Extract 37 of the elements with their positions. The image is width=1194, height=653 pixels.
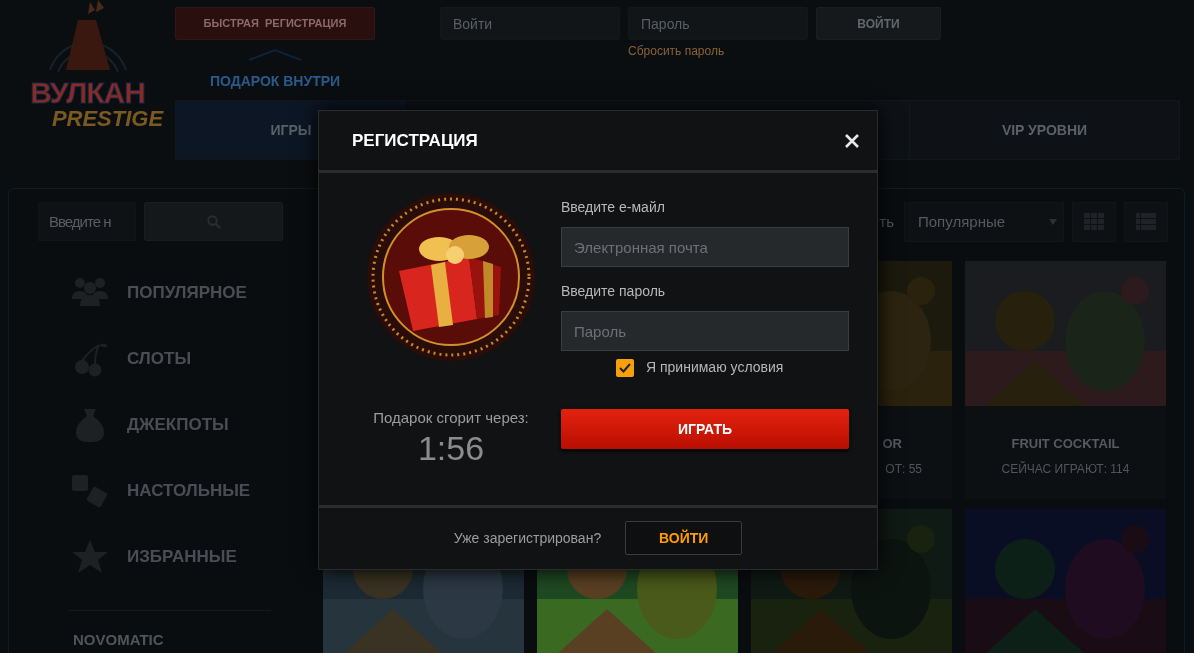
game-title: OR [881,435,903,453]
login-prompt: Уже зарегистрирован? [453,528,602,548]
sidebar-item[interactable]: ПОПУЛЯРНОЕ [38,260,311,326]
login-button[interactable]: ВОЙТИ [816,7,941,40]
logo-subtitle: PRESTIGE [51,108,164,130]
gift-timer-label: Подарок сгорит через: [373,408,529,428]
countdown-timer: 1:56 [417,429,485,467]
register-button[interactable]: БЫСТРАЯ РЕГИСТРАЦИЯ [175,7,375,40]
login-field[interactable]: Войти [440,7,620,40]
field-label: Введите пароль [561,282,667,301]
close-icon [845,134,859,149]
players-count: СЕЙЧАС ИГРАЮТ: 114 [1000,460,1131,478]
terms-label: Я принимаю условия [646,358,784,377]
gift-hint: ПОДАРОК ВНУТРИ [209,72,341,91]
logo-title: ВУЛКАН [30,78,145,108]
search-field[interactable]: Введите н [38,202,136,241]
field-label: Введите е-майл [561,198,666,217]
game-title: FRUIT COCKTAIL [1010,435,1121,453]
sidebar-item[interactable]: ИЗБРАННЫЕ [38,524,311,590]
login-button[interactable]: ВОЙТИ [625,521,743,556]
section-title: NOVOMATIC [72,630,165,650]
sort-label: ть [879,211,894,232]
sidebar-item[interactable]: СЛОТЫ [38,326,311,392]
sidebar-item[interactable]: ДЖЕКПОТЫ [38,392,311,458]
chevron-icon [247,48,303,62]
play-button[interactable]: ИГРАТЬ [561,409,849,449]
reset-password-link[interactable]: Сбросить пароль [628,42,808,60]
players-count: ОТ: 55 [884,460,923,478]
email-field[interactable]: Электронная почта [561,227,849,267]
caret-icon [1049,219,1057,225]
password-field[interactable]: Пароль [628,7,808,40]
password-field[interactable]: Пароль [561,311,849,351]
sort-dropdown[interactable]: Популярные [904,202,1064,242]
nav-tab[interactable]: VIP УРОВНИ [909,101,1179,159]
terms-checkbox[interactable] [616,358,634,377]
search-button[interactable] [144,202,283,241]
sidebar-item[interactable]: НАСТОЛЬНЫЕ [38,458,311,524]
